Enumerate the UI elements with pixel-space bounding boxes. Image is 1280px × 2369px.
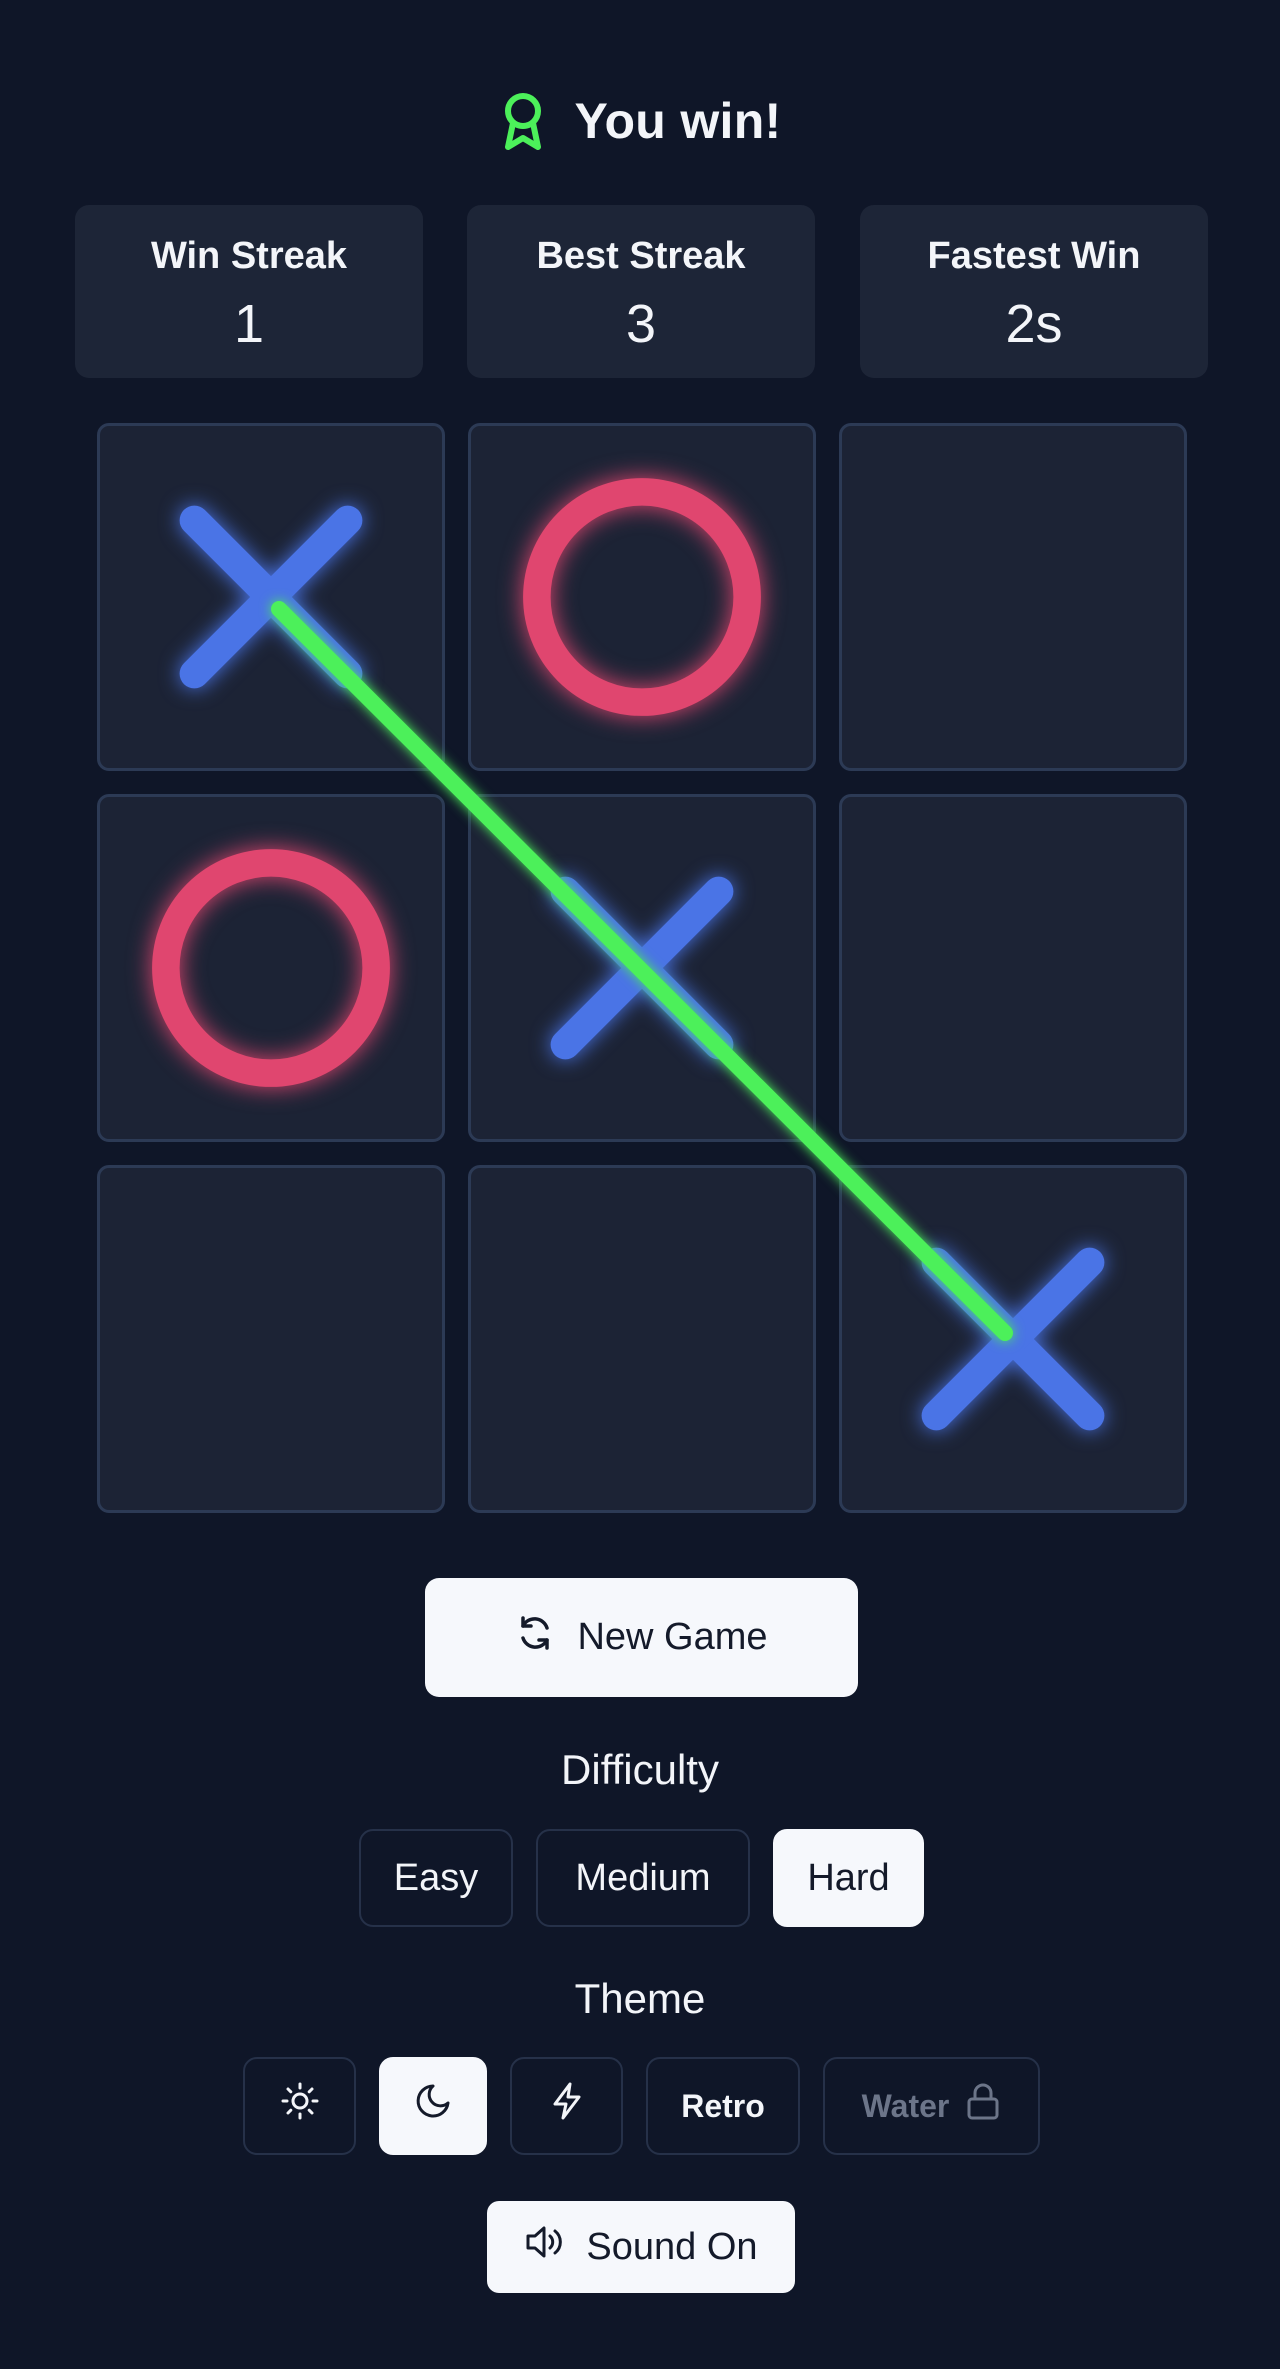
theme-dark[interactable] [379, 2057, 487, 2155]
board-cell[interactable] [468, 423, 816, 771]
lightning-icon [547, 2081, 587, 2131]
new-game-button[interactable]: New Game [425, 1578, 858, 1697]
stat-label: Win Streak [150, 235, 348, 277]
board-cell[interactable] [839, 1165, 1187, 1513]
stat-value: 2s [1005, 294, 1063, 354]
theme-neon[interactable] [510, 2057, 623, 2155]
stat-fastest-win: Fastest Win 2s [860, 205, 1208, 378]
board-cell[interactable] [97, 423, 445, 771]
difficulty-title: Difficulty [561, 1746, 719, 1793]
moon-icon [413, 2081, 453, 2131]
lock-icon [965, 2081, 1001, 2131]
award-icon [499, 90, 547, 152]
difficulty-label: Hard [807, 1856, 890, 1899]
stat-value: 3 [625, 294, 657, 354]
game-board [97, 423, 1187, 1513]
game-screen: You win! Win Streak 1 Best Streak 3 Fast… [0, 0, 1280, 2369]
stat-label: Fastest Win [927, 235, 1141, 277]
difficulty-label: Medium [575, 1856, 711, 1899]
theme-light[interactable] [243, 2057, 356, 2155]
x-mark [921, 1247, 1105, 1431]
sound-toggle-button[interactable]: Sound On [487, 2201, 795, 2293]
theme-retro-label: Retro [681, 2087, 765, 2124]
stat-win-streak: Win Streak 1 [75, 205, 423, 378]
theme-water[interactable]: Water [823, 2057, 1040, 2155]
board-cell[interactable] [839, 794, 1187, 1142]
stats-bar: Win Streak 1 Best Streak 3 Fastest Win 2… [75, 205, 1208, 378]
stat-label: Best Streak [536, 235, 746, 277]
board-cell[interactable] [839, 423, 1187, 771]
stat-value: 1 [233, 294, 265, 354]
o-mark [523, 478, 761, 716]
sound-label: Sound On [586, 2225, 758, 2268]
theme-water-label: Water [861, 2087, 950, 2124]
board-cell[interactable] [468, 1165, 816, 1513]
difficulty-medium[interactable]: Medium [536, 1829, 750, 1927]
status-text: You win! [574, 93, 782, 149]
difficulty-hard[interactable]: Hard [773, 1829, 924, 1927]
stat-best-streak: Best Streak 3 [467, 205, 815, 378]
speaker-icon [524, 2222, 566, 2272]
x-mark [179, 505, 363, 689]
new-game-label: New Game [577, 1616, 768, 1658]
theme-retro[interactable]: Retro [646, 2057, 800, 2155]
game-status: You win! [0, 85, 1280, 157]
difficulty-label: Easy [393, 1856, 479, 1899]
board-cell[interactable] [468, 794, 816, 1142]
difficulty-easy[interactable]: Easy [359, 1829, 513, 1927]
sun-icon [280, 2081, 320, 2131]
board-cell[interactable] [97, 1165, 445, 1513]
refresh-icon [515, 1613, 555, 1663]
theme-title: Theme [574, 1975, 706, 2022]
board-cell[interactable] [97, 794, 445, 1142]
x-mark [550, 876, 734, 1060]
o-mark [152, 849, 390, 1087]
